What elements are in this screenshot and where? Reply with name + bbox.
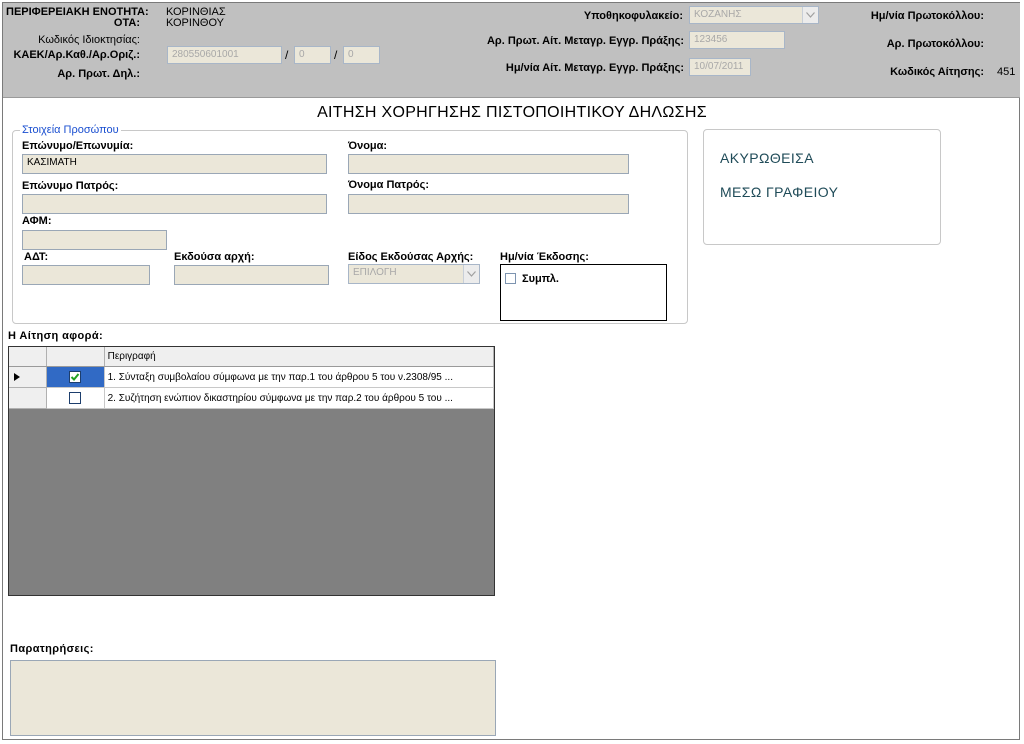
issue-date-box: Συμπλ.: [500, 264, 667, 321]
issuer-type-label: Είδος Εκδούσας Αρχής:: [348, 251, 474, 263]
mortgage-office-select[interactable]: ΚΟΖΑΝΗΣ: [689, 6, 819, 24]
notes-textarea[interactable]: [10, 660, 496, 736]
issuer-type-select[interactable]: ΕΠΙΛΟΓΗ: [348, 264, 480, 284]
description-column-header[interactable]: Περιγραφή: [104, 347, 495, 367]
check-icon: [71, 373, 80, 381]
surname-input[interactable]: ΚΑΣΙΜΑΤΗ: [22, 154, 327, 174]
chevron-down-icon[interactable]: [463, 265, 479, 283]
request-grid: Περιγραφή 1. Σύνταξη συμβολαίου σύμφωνα …: [8, 346, 495, 596]
ota-label: ΟΤΑ:: [113, 17, 140, 29]
application-code-label: Κωδικός Αίτησης:: [890, 66, 984, 78]
notes-label: Παρατηρήσεις:: [10, 643, 94, 655]
header-panel: ΠΕΡΙΦΕΡΕΙΑΚΗ ΕΝΟΤΗΤΑ: ΚΟΡΙΝΘΙΑΣ ΟΤΑ: ΚΟΡ…: [3, 3, 1020, 98]
chevron-down-icon[interactable]: [802, 7, 818, 23]
kaek-input[interactable]: 280550601001: [167, 46, 282, 64]
transfer-date-input[interactable]: 10/07/2011: [689, 58, 751, 76]
surname-label: Επώνυμο/Επωνυμία:: [22, 140, 134, 152]
issue-date-checkbox[interactable]: [505, 273, 516, 284]
row-header[interactable]: [9, 387, 48, 409]
request-table: Περιγραφή 1. Σύνταξη συμβολαίου σύμφωνα …: [9, 347, 495, 409]
adt-input[interactable]: [22, 265, 150, 285]
status-line-2: ΜΕΣΩ ΓΡΑΦΕΙΟΥ: [720, 184, 839, 200]
row-header[interactable]: [9, 366, 48, 388]
page-title: ΑΙΤΗΣΗ ΧΟΡΗΓΗΣΗΣ ΠΙΣΤΟΠΟΙΗΤΙΚΟΥ ΔΗΛΩΣΗΣ: [317, 104, 707, 121]
row-description[interactable]: 1. Σύνταξη συμβολαίου σύμφωνα με την παρ…: [104, 366, 495, 388]
row-checkbox-cell[interactable]: [46, 387, 105, 409]
status-panel: ΑΚΥΡΩΘΕΙΣΑ ΜΕΣΩ ΓΡΑΦΕΙΟΥ: [703, 129, 941, 245]
request-label: Η Αίτηση αφορά:: [8, 330, 104, 342]
protocol-date-label: Ημ/νία Πρωτοκόλλου:: [870, 10, 984, 22]
person-legend: Στοιχεία Προσώπου: [20, 124, 121, 136]
issuer-input[interactable]: [174, 265, 329, 285]
mortgage-office-label: Υποθηκοφυλακείο:: [583, 10, 683, 22]
kaek-part2-input[interactable]: 0: [294, 46, 331, 64]
mortgage-office-value: ΚΟΖΑΝΗΣ: [694, 9, 742, 20]
father-surname-label: Επώνυμο Πατρός:: [22, 180, 119, 192]
current-row-arrow-icon: [14, 373, 20, 381]
application-code-value: 451: [997, 66, 1016, 78]
table-row[interactable]: 1. Σύνταξη συμβολαίου σύμφωνα με την παρ…: [9, 366, 495, 388]
transfer-date-label: Ημ/νία Αίτ. Μεταγρ. Εγγρ. Πράξης:: [505, 62, 684, 74]
afm-input[interactable]: [22, 230, 167, 250]
issue-date-label: Ημ/νία Έκδοσης:: [500, 251, 589, 263]
table-header-row: Περιγραφή: [9, 347, 495, 367]
kaek-label: ΚΑΕΚ/Αρ.Καθ./Αρ.Οριζ.:: [13, 49, 140, 61]
issuer-type-value: ΕΠΙΛΟΓΗ: [353, 267, 397, 278]
declaration-no-label: Αρ. Πρωτ. Δηλ.:: [57, 68, 140, 80]
issue-date-checkbox-label: Συμπλ.: [522, 273, 559, 285]
kaek-slash-1: /: [285, 48, 289, 62]
transfer-no-label: Αρ. Πρωτ. Αίτ. Μεταγρ. Εγγρ. Πράξης:: [486, 35, 684, 47]
checkbox-column-header[interactable]: [46, 347, 105, 367]
father-name-label: Όνομα Πατρός:: [348, 179, 429, 191]
transfer-no-input[interactable]: 123456: [689, 31, 785, 49]
row-header-corner: [9, 347, 48, 367]
table-row[interactable]: 2. Συζήτηση ενώπιον δικαστηρίου σύμφωνα …: [9, 387, 495, 409]
adt-label: ΑΔΤ:: [24, 251, 49, 263]
father-name-input[interactable]: [348, 194, 629, 214]
name-input[interactable]: [348, 154, 629, 174]
kaek-part3-input[interactable]: 0: [343, 46, 380, 64]
property-code-label: Κωδικός Ιδιοκτησίας:: [38, 34, 140, 46]
father-surname-input[interactable]: [22, 194, 327, 214]
kaek-slash-2: /: [334, 48, 338, 62]
row-checkbox-unchecked[interactable]: [69, 392, 82, 404]
status-line-1: ΑΚΥΡΩΘΕΙΣΑ: [720, 150, 814, 166]
ota-value: ΚΟΡΙΝΘΟΥ: [166, 17, 224, 29]
name-label: Όνομα:: [348, 140, 388, 152]
issuer-label: Εκδούσα αρχή:: [174, 251, 255, 263]
row-checkbox-cell[interactable]: [46, 366, 105, 388]
protocol-no-label: Αρ. Πρωτοκόλλου:: [886, 38, 984, 50]
row-checkbox-checked[interactable]: [69, 371, 82, 383]
row-description[interactable]: 2. Συζήτηση ενώπιον δικαστηρίου σύμφωνα …: [104, 387, 495, 409]
afm-label: ΑΦΜ:: [22, 215, 52, 227]
